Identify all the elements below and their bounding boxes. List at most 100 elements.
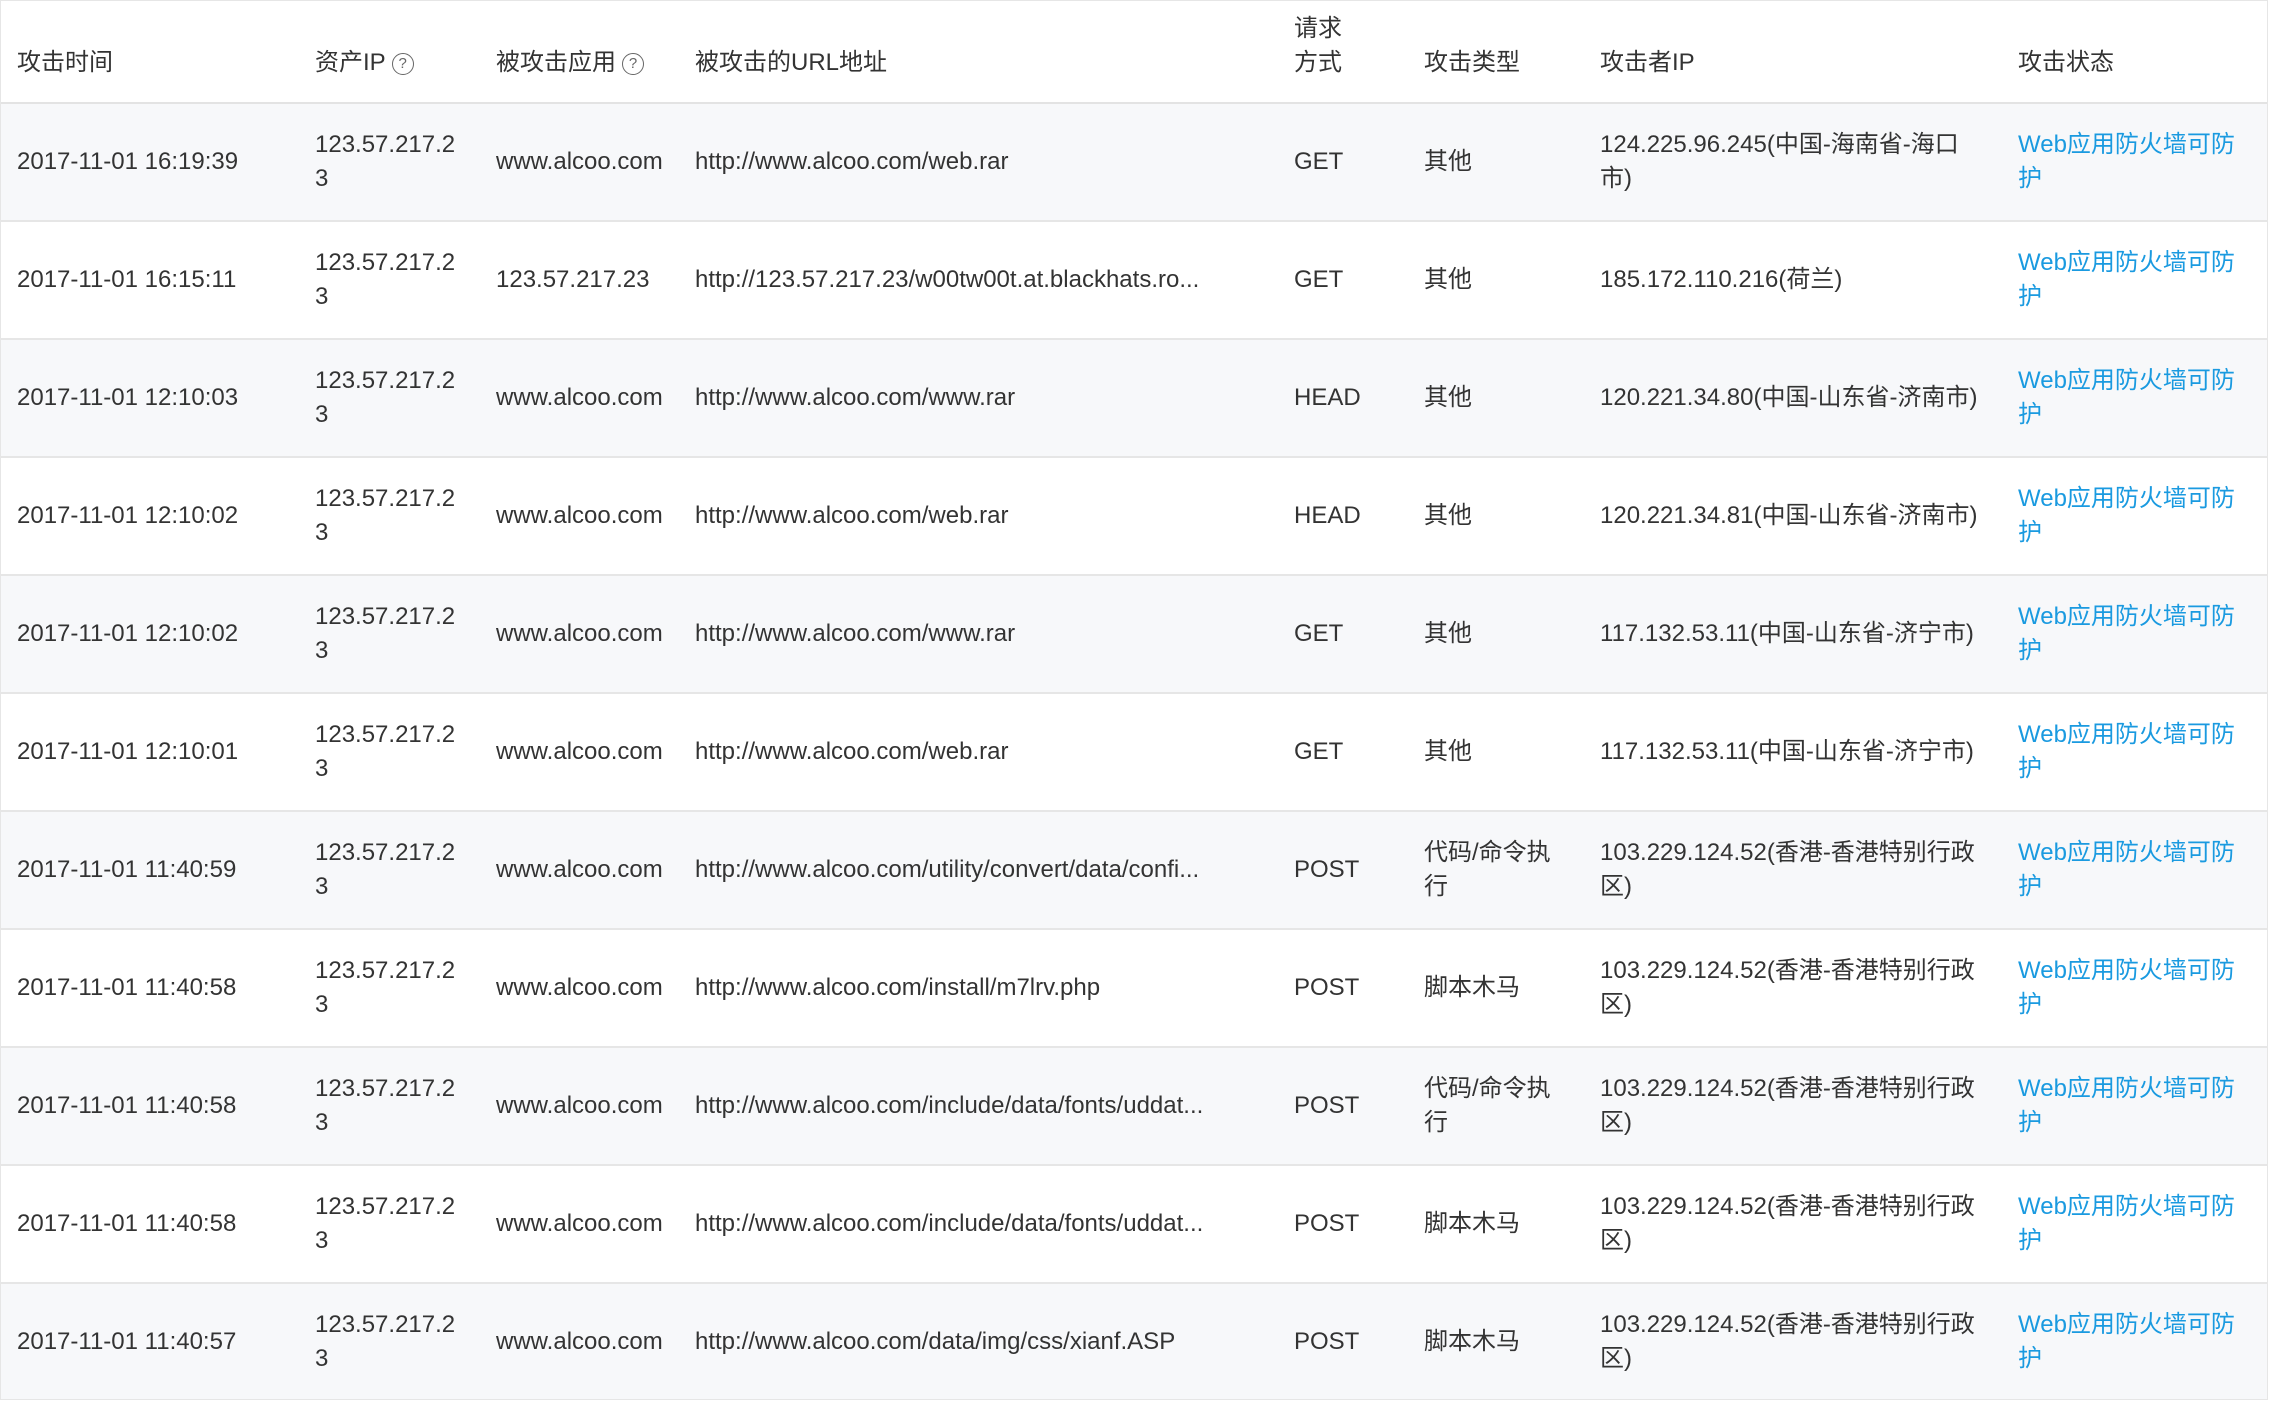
table-row: 2017-11-01 12:10:03 123.57.217.23 www.al… [1, 339, 2267, 458]
waf-protectable-link[interactable]: Web应用防火墙可防护 [2018, 367, 2235, 428]
cell-attacked-app: www.alcoo.com [480, 929, 679, 1048]
table-row: 2017-11-01 11:40:57 123.57.217.23 www.al… [1, 1283, 2267, 1399]
cell-attack-type: 其他 [1408, 575, 1584, 694]
cell-attack-status: Web应用防火墙可防护 [2002, 811, 2267, 930]
header-attacked-url: 被攻击的URL地址 [679, 1, 1278, 104]
cell-attack-type: 其他 [1408, 221, 1584, 340]
cell-attack-type: 脚本木马 [1408, 929, 1584, 1048]
cell-attacked-url: http://www.alcoo.com/web.rar [679, 457, 1278, 576]
cell-request-method: GET [1278, 575, 1408, 694]
cell-attacker-ip: 120.221.34.81(中国-山东省-济南市) [1584, 457, 2002, 576]
cell-asset-ip: 123.57.217.23 [299, 1165, 480, 1284]
cell-attacked-url: http://www.alcoo.com/www.rar [679, 575, 1278, 694]
cell-attacked-url: http://www.alcoo.com/data/img/css/xianf.… [679, 1283, 1278, 1399]
cell-request-method: POST [1278, 929, 1408, 1048]
cell-request-method: HEAD [1278, 457, 1408, 576]
cell-attacker-ip: 103.229.124.52(香港-香港特别行政区) [1584, 1283, 2002, 1399]
cell-attack-status: Web应用防火墙可防护 [2002, 575, 2267, 694]
cell-attacker-ip: 103.229.124.52(香港-香港特别行政区) [1584, 929, 2002, 1048]
header-attack-time-label: 攻击时间 [17, 49, 113, 76]
cell-attacked-app: www.alcoo.com [480, 103, 679, 222]
waf-protectable-link[interactable]: Web应用防火墙可防护 [2018, 131, 2235, 192]
header-attacker-ip-label: 攻击者IP [1600, 49, 1695, 76]
cell-attacked-app: www.alcoo.com [480, 457, 679, 576]
waf-protectable-link[interactable]: Web应用防火墙可防护 [2018, 603, 2235, 664]
cell-attacked-url: http://www.alcoo.com/web.rar [679, 103, 1278, 222]
cell-attacked-url: http://www.alcoo.com/web.rar [679, 693, 1278, 812]
cell-attacked-app: www.alcoo.com [480, 1283, 679, 1399]
cell-attack-status: Web应用防火墙可防护 [2002, 693, 2267, 812]
cell-request-method: POST [1278, 811, 1408, 930]
table-row: 2017-11-01 11:40:59 123.57.217.23 www.al… [1, 811, 2267, 930]
cell-attacker-ip: 117.132.53.11(中国-山东省-济宁市) [1584, 693, 2002, 812]
cell-attacker-ip: 103.229.124.52(香港-香港特别行政区) [1584, 1047, 2002, 1166]
cell-attack-status: Web应用防火墙可防护 [2002, 1165, 2267, 1284]
cell-attack-time: 2017-11-01 11:40:58 [1, 929, 299, 1048]
cell-attacked-app: www.alcoo.com [480, 693, 679, 812]
cell-attacked-url: http://www.alcoo.com/install/m7lrv.php [679, 929, 1278, 1048]
cell-request-method: POST [1278, 1047, 1408, 1166]
cell-attack-time: 2017-11-01 16:19:39 [1, 103, 299, 222]
waf-protectable-link[interactable]: Web应用防火墙可防护 [2018, 721, 2235, 782]
waf-protectable-link[interactable]: Web应用防火墙可防护 [2018, 1193, 2235, 1254]
cell-attacked-app: 123.57.217.23 [480, 221, 679, 340]
table-row: 2017-11-01 12:10:01 123.57.217.23 www.al… [1, 693, 2267, 812]
header-request-method-label: 请求方式 [1294, 15, 1342, 76]
header-attacked-app-label: 被攻击应用 [496, 49, 616, 76]
cell-attacked-url: http://www.alcoo.com/www.rar [679, 339, 1278, 458]
cell-attack-type: 代码/命令执行 [1408, 811, 1584, 930]
cell-asset-ip: 123.57.217.23 [299, 221, 480, 340]
cell-attack-status: Web应用防火墙可防护 [2002, 221, 2267, 340]
cell-asset-ip: 123.57.217.23 [299, 811, 480, 930]
question-circle-icon[interactable]: ? [391, 53, 414, 75]
header-attack-type: 攻击类型 [1408, 1, 1584, 104]
header-request-method: 请求方式 [1278, 1, 1408, 104]
table-header-row: 攻击时间 资产IP? 被攻击应用? 被攻击的URL地址 请求方式 攻击类型 攻击… [1, 1, 2267, 104]
waf-protectable-link[interactable]: Web应用防火墙可防护 [2018, 839, 2235, 900]
attack-log-table: 攻击时间 资产IP? 被攻击应用? 被攻击的URL地址 请求方式 攻击类型 攻击… [1, 1, 2267, 1399]
waf-protectable-link[interactable]: Web应用防火墙可防护 [2018, 249, 2235, 310]
waf-protectable-link[interactable]: Web应用防火墙可防护 [2018, 1311, 2235, 1372]
waf-protectable-link[interactable]: Web应用防火墙可防护 [2018, 485, 2235, 546]
cell-attacked-url: http://www.alcoo.com/include/data/fonts/… [679, 1165, 1278, 1284]
cell-attack-type: 其他 [1408, 457, 1584, 576]
cell-attack-time: 2017-11-01 12:10:01 [1, 693, 299, 812]
cell-asset-ip: 123.57.217.23 [299, 1283, 480, 1399]
cell-attacker-ip: 117.132.53.11(中国-山东省-济宁市) [1584, 575, 2002, 694]
cell-asset-ip: 123.57.217.23 [299, 693, 480, 812]
table-row: 2017-11-01 12:10:02 123.57.217.23 www.al… [1, 575, 2267, 694]
cell-request-method: HEAD [1278, 339, 1408, 458]
question-circle-icon[interactable]: ? [622, 53, 644, 75]
cell-attack-status: Web应用防火墙可防护 [2002, 1047, 2267, 1166]
cell-attack-status: Web应用防火墙可防护 [2002, 1283, 2267, 1399]
cell-attacked-app: www.alcoo.com [480, 1165, 679, 1284]
cell-attacker-ip: 185.172.110.216(荷兰) [1584, 221, 2002, 340]
waf-protectable-link[interactable]: Web应用防火墙可防护 [2018, 1075, 2235, 1136]
cell-attacker-ip: 120.221.34.80(中国-山东省-济南市) [1584, 339, 2002, 458]
cell-attacked-url: http://www.alcoo.com/include/data/fonts/… [679, 1047, 1278, 1166]
cell-attacked-url: http://123.57.217.23/w00tw00t.at.blackha… [679, 221, 1278, 340]
cell-attack-status: Web应用防火墙可防护 [2002, 103, 2267, 222]
cell-attack-type: 脚本木马 [1408, 1165, 1584, 1284]
cell-attack-type: 其他 [1408, 693, 1584, 812]
cell-attack-time: 2017-11-01 11:40:59 [1, 811, 299, 930]
table-row: 2017-11-01 11:40:58 123.57.217.23 www.al… [1, 1165, 2267, 1284]
cell-attacked-app: www.alcoo.com [480, 1047, 679, 1166]
header-attack-time: 攻击时间 [1, 1, 299, 104]
waf-protectable-link[interactable]: Web应用防火墙可防护 [2018, 957, 2235, 1018]
cell-attack-time: 2017-11-01 12:10:02 [1, 457, 299, 576]
table-row: 2017-11-01 11:40:58 123.57.217.23 www.al… [1, 929, 2267, 1048]
cell-attack-type: 其他 [1408, 103, 1584, 222]
cell-attacked-app: www.alcoo.com [480, 575, 679, 694]
cell-attack-time: 2017-11-01 11:40:57 [1, 1283, 299, 1399]
attack-log-table-container: 攻击时间 资产IP? 被攻击应用? 被攻击的URL地址 请求方式 攻击类型 攻击… [0, 0, 2268, 1400]
cell-request-method: POST [1278, 1283, 1408, 1399]
cell-attack-time: 2017-11-01 16:15:11 [1, 221, 299, 340]
header-attacked-app: 被攻击应用? [480, 1, 679, 104]
cell-request-method: POST [1278, 1165, 1408, 1284]
header-attack-status: 攻击状态 [2002, 1, 2267, 104]
cell-asset-ip: 123.57.217.23 [299, 1047, 480, 1166]
table-row: 2017-11-01 16:15:11 123.57.217.23 123.57… [1, 221, 2267, 340]
table-row: 2017-11-01 16:19:39 123.57.217.23 www.al… [1, 103, 2267, 222]
cell-attack-type: 代码/命令执行 [1408, 1047, 1584, 1166]
